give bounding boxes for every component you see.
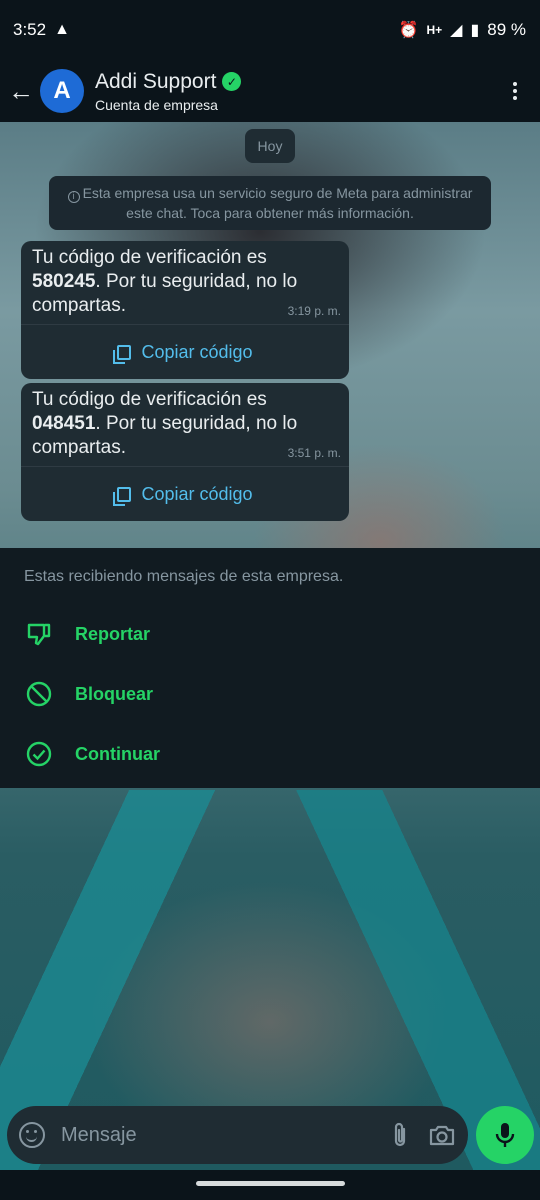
emoji-icon[interactable]	[19, 1122, 45, 1148]
block-button[interactable]: Bloquear	[0, 668, 540, 720]
copy-code-label: Copiar código	[141, 483, 253, 504]
copy-code-button[interactable]: Copiar código	[21, 325, 349, 379]
copy-icon	[113, 344, 132, 364]
thumbs-down-icon	[25, 620, 53, 648]
verification-code: 580245	[32, 271, 96, 292]
check-circle-icon	[25, 740, 53, 768]
verified-badge-icon: ✓	[222, 72, 242, 91]
copy-code-button[interactable]: Copiar código	[21, 467, 349, 521]
contact-subtitle: Cuenta de empresa	[95, 96, 218, 113]
message-composer	[7, 1106, 468, 1164]
more-options-icon[interactable]	[490, 82, 540, 100]
contact-name: Addi Support	[95, 69, 217, 93]
microphone-button[interactable]	[476, 1106, 534, 1164]
continue-button[interactable]: Continuar	[0, 728, 540, 780]
block-label: Bloquear	[75, 683, 154, 704]
camera-icon[interactable]	[428, 1121, 456, 1149]
contact-info[interactable]: Addi Support ✓ Cuenta de empresa	[95, 70, 490, 113]
message-bubble[interactable]: Tu código de verificación es 048451. Por…	[21, 383, 349, 521]
back-arrow-icon[interactable]: ←	[2, 76, 40, 107]
continue-label: Continuar	[75, 743, 160, 764]
navigation-handle[interactable]	[196, 1181, 345, 1186]
avatar[interactable]: A	[40, 69, 84, 113]
message-time: 3:51 p. m.	[287, 446, 341, 460]
battery-level: 89 %	[487, 20, 526, 39]
chat-header: ← A Addi Support ✓ Cuenta de empresa	[0, 60, 540, 122]
report-button[interactable]: Reportar	[0, 608, 540, 660]
verification-code: 048451	[32, 413, 96, 434]
battery-icon: ▮	[470, 22, 480, 39]
status-bar: 3:52 ▲ ⏰ H+ ◢ ▮ 89 %	[0, 0, 540, 60]
copy-icon	[113, 486, 132, 506]
warning-icon: ▲	[54, 21, 70, 38]
signal-icon: ◢	[450, 22, 463, 39]
block-icon	[25, 680, 53, 708]
notice-text: Esta empresa usa un servicio seguro de M…	[82, 185, 473, 221]
attach-icon[interactable]	[386, 1121, 414, 1149]
message-bubble[interactable]: Tu código de verificación es 580245. Por…	[21, 241, 349, 379]
microphone-icon	[495, 1123, 515, 1147]
encryption-notice[interactable]: i Esta empresa usa un servicio seguro de …	[49, 176, 491, 230]
info-icon: i	[67, 191, 80, 203]
business-action-panel: Estas recibiendo mensajes de esta empres…	[0, 548, 540, 788]
copy-code-label: Copiar código	[141, 341, 253, 362]
network-type: H+	[426, 23, 443, 37]
message-input[interactable]	[61, 1123, 372, 1147]
date-chip: Hoy	[245, 129, 295, 163]
status-time: 3:52	[13, 20, 47, 39]
panel-message: Estas recibiendo mensajes de esta empres…	[24, 568, 344, 585]
alarm-icon: ⏰	[398, 22, 419, 39]
message-time: 3:19 p. m.	[287, 304, 341, 318]
report-label: Reportar	[75, 623, 151, 644]
